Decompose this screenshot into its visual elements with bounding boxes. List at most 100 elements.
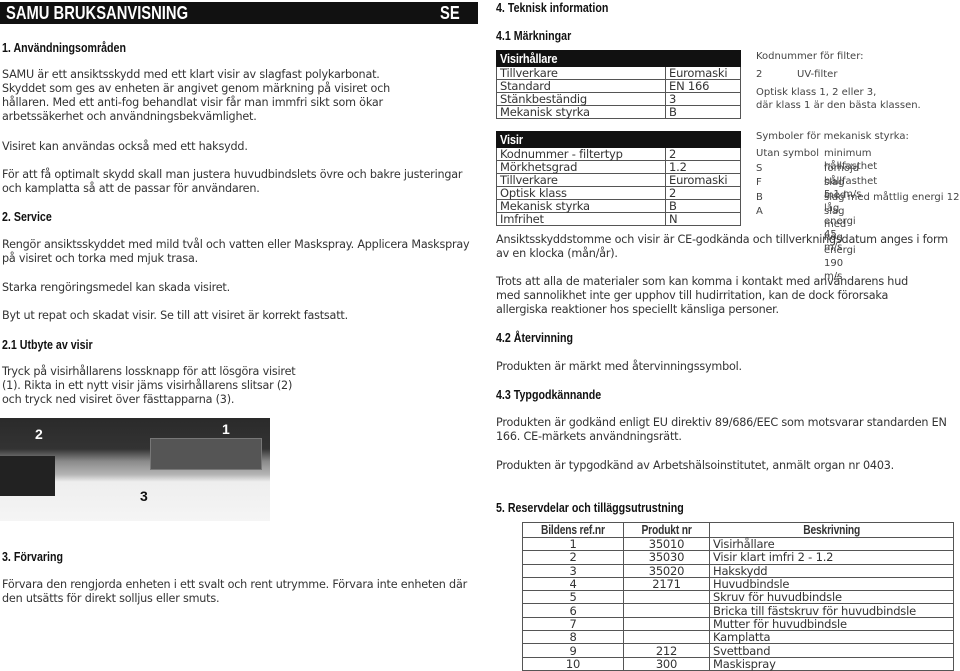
table-title: Visirhållare: [500, 51, 558, 66]
document-title: SAMU BRUKSANVISNING: [6, 3, 189, 23]
table-row: 2 35030 Visir klart imfri 2 - 1.2: [522, 550, 954, 565]
cell: 35030: [623, 550, 710, 565]
cell: B: [665, 199, 741, 213]
cell: Hakskydd: [709, 563, 954, 578]
cell: Kodnummer - filtertyp: [496, 147, 666, 161]
section-1-paragraph: Visiret kan användas också med ett haksy…: [2, 140, 248, 153]
column-header: Bildens ref.nr: [522, 522, 624, 538]
cell: 35010: [623, 536, 710, 552]
cell: 3: [665, 92, 741, 106]
holder-bracket: [150, 438, 262, 470]
cell: Standard: [496, 79, 666, 93]
filter-code-title: Kodnummer för filter:: [756, 51, 864, 62]
allergy-paragraph: Trots att alla de materialer som kan kom…: [496, 275, 908, 316]
cell: [623, 590, 710, 605]
section-4-1-title: 4.1 Märkningar: [496, 28, 572, 43]
cell: N: [665, 212, 741, 226]
cell: 35020: [623, 563, 710, 578]
cell: 1: [522, 536, 624, 552]
table-row: 5 Skruv för huvudbindsle: [522, 590, 954, 605]
table-row: Mekanisk styrka B: [496, 199, 741, 213]
cell: Mekanisk styrka: [496, 199, 666, 213]
cell: 2: [665, 147, 741, 161]
section-4-3-title: 4.3 Typgodkännande: [496, 387, 602, 402]
column-header: Beskrivning: [709, 522, 954, 538]
cell: 7: [522, 616, 624, 632]
table-row: Standard EN 166: [496, 79, 741, 93]
cell: Euromaski: [665, 173, 741, 187]
table-row: 4 2171 Huvudbindsle: [522, 576, 954, 592]
section-2-1-title: 2.1 Utbyte av visir: [2, 337, 93, 352]
section-2-1-paragraph: Tryck på visirhållarens lossknapp för at…: [2, 365, 296, 406]
visor-table: Visir Kodnummer - filtertyp 2 Mörkhetsgra…: [496, 131, 741, 226]
cell: Optisk klass: [496, 186, 666, 200]
title-bar: SAMU BRUKSANVISNING SE: [0, 2, 478, 24]
section-4-2-paragraph: Produkten är märkt med återvinningssymbo…: [496, 360, 742, 373]
cell: Maskispray: [709, 656, 954, 671]
section-2-paragraph: Starka rengöringsmedel kan skada visiret…: [2, 281, 230, 294]
visor-holder-table: Visirhållare Tillverkare Euromaski Standa…: [496, 50, 741, 119]
filter-description: UV-filter: [797, 69, 838, 80]
table-row: 1 35010 Visirhållare: [522, 536, 954, 552]
section-1-title: 1. Användningsområden: [2, 40, 126, 55]
section-3-paragraph: Förvara den rengjorda enheten i ett sval…: [2, 578, 468, 605]
meaning: slag med måttlig energi 120 m/s: [824, 191, 960, 203]
column-header: Produkt nr: [623, 522, 710, 538]
table-row: Tillverkare Euromaski: [496, 66, 741, 80]
cell: Skruv för huvudbindsle: [709, 590, 954, 605]
cell: Stänkbeständig: [496, 92, 666, 106]
cell: Tillverkare: [496, 173, 666, 187]
ce-paragraph: Ansiktsskyddstomme och visir är CE-godkä…: [496, 233, 948, 260]
symbol: Utan symbol: [756, 148, 819, 159]
list-item: Fslag med låg energi 45 m/s: [756, 176, 856, 253]
cell: 9: [522, 643, 624, 658]
symbol: A: [756, 206, 763, 217]
table-row: 6 Bricka till fästskruv för huvudbindsle: [522, 603, 954, 618]
table-row: Kodnummer - filtertyp 2: [496, 147, 741, 161]
cell: 10: [522, 656, 624, 671]
section-4-3-paragraph: Produkten är godkänd enligt EU direktiv …: [496, 416, 947, 443]
cell: Bricka till fästskruv för huvudbindsle: [709, 603, 954, 618]
cell: 300: [623, 656, 710, 671]
optical-class-note: där klass 1 är den bästa klassen.: [756, 100, 921, 111]
cell: 8: [522, 630, 624, 645]
cell: 5: [522, 590, 624, 605]
cell: [623, 616, 710, 632]
symbol: B: [756, 191, 763, 203]
table-row: 9 212 Svettband: [522, 643, 954, 658]
table-row: Optisk klass 2: [496, 186, 741, 200]
section-2-paragraph: Byt ut repat och skadat visir. Se till a…: [2, 309, 348, 322]
cell: 3: [522, 563, 624, 578]
section-5-title: 5. Reservdelar och tilläggsutrustning: [496, 500, 684, 515]
photo-label-1: 1: [222, 421, 230, 437]
headband-part: [0, 456, 55, 496]
table-row: Mekanisk styrka B: [496, 105, 741, 119]
spare-parts-table: Bildens ref.nr Produkt nr Beskrivning 13…: [522, 522, 954, 671]
optical-class-note: Optisk klass 1, 2 eller 3,: [756, 87, 877, 98]
list-item: Bslag med måttlig energi 120 m/s: [756, 191, 960, 206]
list-item: Aslag med hög energi 190 m/s: [756, 205, 856, 282]
table-row: Tillverkare Euromaski: [496, 173, 741, 187]
table-row: 8 Kamplatta: [522, 630, 954, 645]
cell: 1.2: [665, 160, 741, 174]
section-4-3-paragraph: Produkten är typgodkänd av Arbetshälsoin…: [496, 459, 895, 472]
cell: B: [665, 105, 741, 119]
cell: Euromaski: [665, 66, 741, 80]
list-item: Sförhöjd hållfasthet 5.1 m/s: [756, 162, 877, 200]
cell: Mutter för huvudbindsle: [709, 616, 954, 632]
mechanical-symbols-title: Symboler för mekanisk styrka:: [756, 131, 909, 142]
symbol: F: [756, 177, 762, 188]
cell: Visir klart imfri 2 - 1.2: [709, 550, 954, 565]
photo-label-3: 3: [140, 488, 148, 504]
table-row: 3 35020 Hakskydd: [522, 563, 954, 578]
section-2-title: 2. Service: [2, 209, 52, 224]
table-row: Imfrihet N: [496, 212, 741, 226]
cell: Huvudbindsle: [709, 576, 954, 592]
table-row: 7 Mutter för huvudbindsle: [522, 616, 954, 632]
section-1-paragraph: För att få optimalt skydd skall man just…: [2, 168, 463, 195]
cell: 2: [522, 550, 624, 565]
cell: Kamplatta: [709, 630, 954, 645]
section-2-paragraph: Rengör ansiktsskyddet med mild tvål och …: [2, 238, 470, 265]
cell: Tillverkare: [496, 66, 666, 80]
mechanical-symbols-list: Utan symbol minimum hållfasthet Sförhöjd …: [756, 147, 960, 282]
